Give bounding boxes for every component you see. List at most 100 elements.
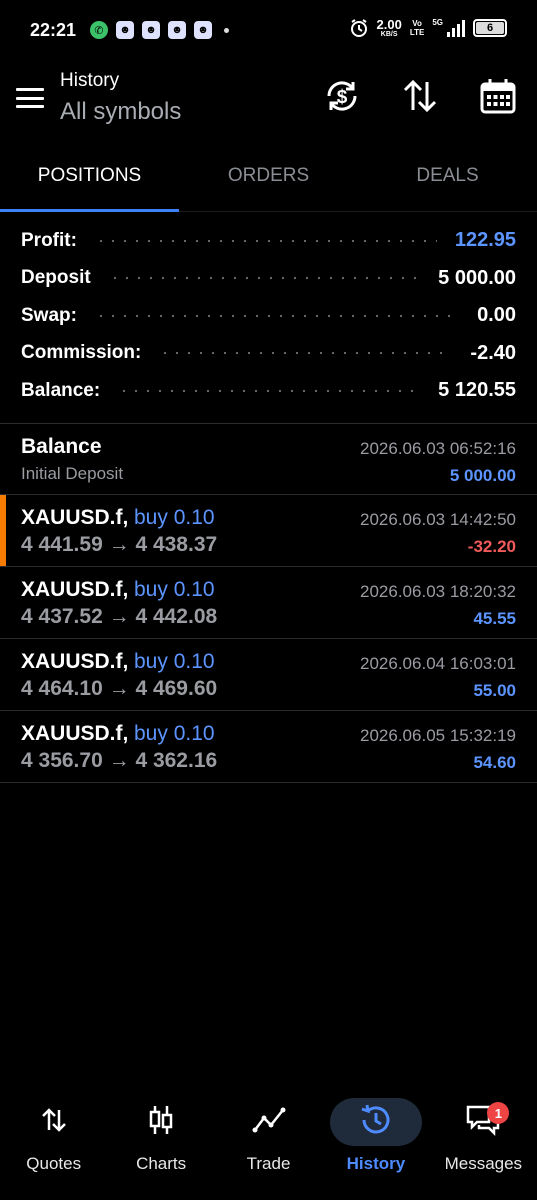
row-date: 2026.06.03 18:20:32: [360, 582, 516, 601]
menu-icon[interactable]: [16, 86, 44, 110]
position-symbol: XAUUSD.f,: [21, 578, 129, 601]
summary-value: 122.95: [454, 229, 516, 252]
status-right: 2.00 KB/S Vo LTE 5G 6: [349, 18, 507, 38]
nav-quotes[interactable]: Quotes: [0, 1090, 107, 1200]
svg-text:$: $: [337, 87, 348, 108]
status-bar: 22:21 ✆ ☻ ☻ ☻ ☻ 2.00 KB/S Vo LTE 5G 6: [0, 0, 537, 62]
status-notification-icons: ✆ ☻ ☻ ☻ ☻: [90, 21, 229, 39]
open-price: 4 356.70: [21, 749, 103, 772]
close-price: 4 362.16: [135, 749, 218, 772]
history-list: Balance Initial Deposit 2026.06.03 06:52…: [0, 423, 537, 783]
row-date: 2026.06.05 15:32:19: [360, 726, 516, 745]
dotted-leader: [94, 238, 437, 243]
page-title: History: [60, 70, 120, 91]
summary-row-swap: Swap: 0.00: [0, 297, 537, 335]
balance-title: Balance: [21, 435, 102, 458]
signal-icon: [447, 19, 465, 37]
status-time: 22:21: [30, 20, 77, 40]
nav-label: Charts: [136, 1154, 187, 1173]
open-price: 4 437.52: [21, 605, 103, 628]
summary-value: -2.40: [470, 341, 516, 364]
calendar-icon[interactable]: [478, 76, 518, 116]
position-type: buy 0.10: [134, 650, 215, 673]
tab-deals[interactable]: DEALS: [358, 142, 537, 211]
nav-messages[interactable]: 1 Messages: [430, 1090, 537, 1200]
trade-line-icon: [252, 1107, 286, 1133]
dotted-leader: [118, 388, 421, 393]
summary-value: 5 000.00: [438, 266, 516, 289]
position-row[interactable]: XAUUSD.f, buy 0.10 4 437.52 → 4 442.08 2…: [0, 567, 537, 639]
position-prices: 4 441.59 → 4 438.37: [21, 533, 217, 557]
open-price: 4 464.10: [21, 677, 103, 700]
position-profit: 55.00: [473, 681, 516, 700]
discord-icon: ☻: [194, 21, 212, 39]
sync-currency-icon[interactable]: $: [322, 76, 362, 116]
nav-label: Quotes: [26, 1154, 82, 1173]
history-clock-icon: [361, 1104, 390, 1134]
nav-label: Trade: [246, 1154, 291, 1173]
network-speed: 2.00 KB/S: [377, 18, 402, 38]
position-profit: -32.20: [467, 537, 516, 556]
row-amount: 5 000.00: [449, 466, 516, 485]
balance-row[interactable]: Balance Initial Deposit 2026.06.03 06:52…: [0, 423, 537, 495]
summary-row-deposit: Deposit 5 000.00: [0, 260, 537, 298]
bottom-navigation: Quotes Charts Trade History 1 Messages: [0, 1090, 537, 1200]
account-summary: Profit: 122.95 Deposit 5 000.00 Swap: 0.…: [0, 222, 537, 410]
nav-history[interactable]: History: [322, 1090, 429, 1200]
summary-value: 5 120.55: [438, 379, 516, 402]
nav-label: History: [346, 1154, 406, 1173]
alarm-icon: [350, 19, 367, 37]
price-arrow: →: [108, 533, 130, 556]
position-row[interactable]: XAUUSD.f, buy 0.10 4 441.59 → 4 438.37 2…: [0, 495, 537, 567]
summary-row-profit: Profit: 122.95: [0, 222, 537, 260]
summary-label: Commission:: [21, 342, 142, 364]
position-profit: 45.55: [473, 609, 516, 628]
position-row[interactable]: XAUUSD.f, buy 0.10 4 464.10 → 4 469.60 2…: [0, 639, 537, 711]
summary-row-balance: Balance: 5 120.55: [0, 372, 537, 410]
balance-subtitle: Initial Deposit: [21, 464, 124, 483]
candlestick-icon: [149, 1106, 173, 1134]
messages-badge: 1: [487, 1102, 510, 1124]
discord-icon: ☻: [168, 21, 186, 39]
discord-icon: ☻: [116, 21, 134, 39]
position-prices: 4 464.10 → 4 469.60: [21, 677, 217, 701]
volte-indicator: Vo LTE: [410, 19, 425, 37]
summary-value: 0.00: [477, 304, 516, 327]
position-profit: 54.60: [473, 753, 516, 772]
sort-icon[interactable]: [400, 76, 440, 116]
price-arrow: →: [108, 605, 130, 628]
close-price: 4 469.60: [135, 677, 218, 700]
more-notifications-dot-icon: [224, 27, 229, 33]
row-date: 2026.06.03 14:42:50: [360, 510, 516, 529]
summary-label: Swap:: [21, 304, 77, 326]
dotted-leader: [108, 276, 421, 281]
nav-charts[interactable]: Charts: [107, 1090, 214, 1200]
symbol-filter[interactable]: All symbols: [60, 98, 181, 126]
open-price: 4 441.59: [21, 533, 103, 556]
discord-icon: ☻: [142, 21, 160, 39]
dotted-leader: [94, 313, 460, 318]
close-price: 4 442.08: [135, 605, 218, 628]
position-type: buy 0.10: [134, 578, 215, 601]
history-tabs: POSITIONS ORDERS DEALS: [0, 142, 537, 212]
summary-label: Profit:: [21, 229, 77, 251]
position-type: buy 0.10: [134, 506, 215, 529]
position-prices: 4 437.52 → 4 442.08: [21, 605, 217, 629]
close-price: 4 438.37: [135, 533, 218, 556]
nav-trade[interactable]: Trade: [215, 1090, 322, 1200]
battery-icon: 6: [473, 19, 507, 37]
position-symbol: XAUUSD.f,: [21, 722, 129, 745]
tab-positions[interactable]: POSITIONS: [0, 142, 179, 212]
volte-label-top: Vo: [412, 19, 422, 28]
whatsapp-icon: ✆: [90, 21, 108, 39]
position-type: buy 0.10: [134, 722, 215, 745]
summary-label: Balance:: [21, 379, 101, 401]
summary-row-commission: Commission: -2.40: [0, 335, 537, 373]
position-symbol: XAUUSD.f,: [21, 506, 129, 529]
volte-label-bottom: LTE: [409, 28, 425, 37]
quotes-arrows-icon: [41, 1108, 66, 1132]
app-header: History All symbols $: [0, 62, 537, 142]
tab-orders[interactable]: ORDERS: [179, 142, 358, 211]
position-row[interactable]: XAUUSD.f, buy 0.10 4 356.70 → 4 362.16 2…: [0, 711, 537, 783]
position-symbol: XAUUSD.f,: [21, 650, 129, 673]
